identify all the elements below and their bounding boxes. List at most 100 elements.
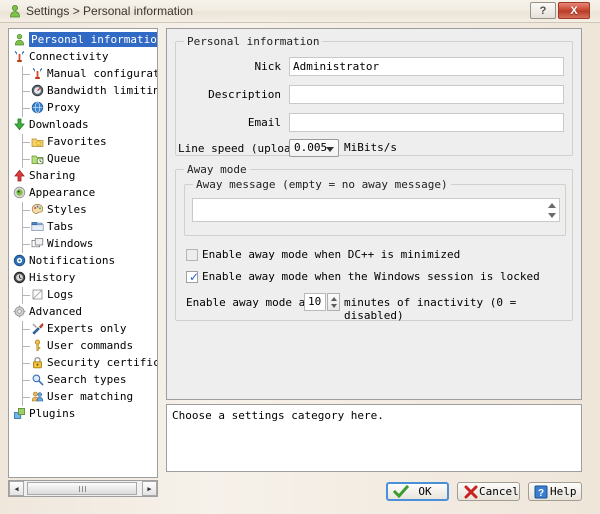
spinner-up-icon[interactable] <box>548 203 556 208</box>
sidebar-item-label: Proxy <box>47 101 81 114</box>
away-message-legend: Away message (empty = no away message) <box>193 178 451 191</box>
check-icon <box>392 484 410 499</box>
description-label: Description <box>208 88 281 101</box>
sidebar-item-label: Bandwidth limiting <box>47 84 158 97</box>
away-when-minimized-checkbox[interactable] <box>186 249 198 261</box>
settings-window: Settings > Personal information ? X Pers… <box>0 0 600 514</box>
away-message-textarea[interactable] <box>192 198 560 222</box>
magnifier-icon <box>31 373 44 386</box>
nick-input[interactable] <box>289 57 564 76</box>
cancel-button[interactable]: Cancel <box>457 482 520 501</box>
key-icon <box>31 339 44 352</box>
inactivity-minutes-input[interactable]: 10 <box>304 293 326 311</box>
sidebar-item-label: Queue <box>47 152 81 165</box>
palette-icon <box>31 203 44 216</box>
windows-icon <box>31 237 44 250</box>
cancel-button-label: Cancel <box>479 485 519 498</box>
notification-icon <box>13 254 26 267</box>
user-icon <box>8 4 22 18</box>
star-folder-icon <box>31 135 44 148</box>
clock-folder-icon <box>31 152 44 165</box>
stepper-down-icon[interactable] <box>330 304 337 308</box>
help-button-label: Help <box>550 485 577 498</box>
sidebar-item-label: Tabs <box>47 220 74 233</box>
personal-information-group: Personal information Nick Description Em… <box>175 35 573 157</box>
sidebar-item-label: Notifications <box>29 254 116 267</box>
titlebar-help-label: ? <box>539 4 547 17</box>
plugin-icon <box>13 407 26 420</box>
scroll-right-glyph: ▶ <box>147 484 152 493</box>
window-title: Settings > Personal information <box>26 4 194 18</box>
titlebar-help-button[interactable]: ? <box>530 2 556 19</box>
email-label: Email <box>247 116 281 129</box>
status-hint-text: Choose a settings category here. <box>172 409 384 422</box>
users-icon <box>31 390 44 403</box>
titlebar-close-button[interactable]: X <box>558 2 590 19</box>
away-when-minimized-label: Enable away mode when DC++ is minimized <box>202 248 461 261</box>
user-icon <box>13 33 26 46</box>
away-when-locked-label: Enable away mode when the Windows sessio… <box>202 270 540 283</box>
sidebar-item-label: Logs <box>47 288 74 301</box>
sidebar-item-label: Downloads <box>29 118 89 131</box>
scroll-right-arrow-icon[interactable]: ▶ <box>142 481 157 496</box>
x-icon <box>463 485 479 499</box>
line-speed-value: 0.005 <box>294 141 328 154</box>
sidebar-item-label: Experts only <box>47 322 127 335</box>
inactivity-suffix-label: minutes of inactivity (0 = disabled) <box>344 296 517 322</box>
lock-icon <box>31 356 44 369</box>
checkmark-icon: ✓ <box>189 270 200 284</box>
nick-label: Nick <box>254 60 282 73</box>
tabs-icon <box>31 220 44 233</box>
ok-button-label: OK <box>418 485 432 498</box>
help-button[interactable]: ? Help <box>528 482 582 501</box>
description-input[interactable] <box>289 85 564 104</box>
spinner-down-icon[interactable] <box>548 213 556 218</box>
antenna-small-icon <box>31 67 44 80</box>
title-bar: Settings > Personal information ? X <box>0 0 600 23</box>
appearance-icon <box>13 186 26 199</box>
sidebar-item-label: History <box>29 271 76 284</box>
tree-horizontal-scrollbar[interactable]: ◀ ▶ <box>8 480 158 497</box>
settings-category-tree[interactable]: Personal information Connectivity Manual c… <box>8 28 158 478</box>
close-icon: X <box>570 4 578 17</box>
inactivity-stepper[interactable] <box>327 293 340 311</box>
sidebar-item-label: User commands <box>47 339 134 352</box>
stepper-up-icon[interactable] <box>330 297 337 301</box>
scroll-left-glyph: ◀ <box>14 484 19 493</box>
scrollbar-thumb[interactable] <box>27 482 137 495</box>
sidebar-item-label: Favorites <box>47 135 107 148</box>
svg-text:?: ? <box>538 488 544 499</box>
sidebar-item-label: Manual configuration <box>47 67 157 80</box>
globe-icon <box>31 101 44 114</box>
personal-information-legend: Personal information <box>184 35 323 48</box>
sidebar-item-label: Personal information <box>29 32 157 47</box>
chevron-down-icon <box>326 147 334 152</box>
sidebar-item-label: Plugins <box>29 407 76 420</box>
line-speed-unit: MiBits/s <box>344 141 397 154</box>
scroll-left-arrow-icon[interactable]: ◀ <box>9 481 24 496</box>
sidebar-item-label: Sharing <box>29 169 76 182</box>
inactivity-minutes-value: 10 <box>308 295 322 308</box>
away-when-locked-checkbox[interactable]: ✓ <box>186 270 200 284</box>
download-arrow-icon <box>13 118 26 131</box>
away-mode-legend: Away mode <box>184 163 250 176</box>
question-icon: ? <box>534 485 550 499</box>
sidebar-item-label: Search types <box>47 373 127 386</box>
sidebar-item-label: Styles <box>47 203 87 216</box>
gauge-icon <box>31 84 44 97</box>
tools-icon <box>31 322 44 335</box>
gear-icon <box>13 305 26 318</box>
upload-arrow-icon <box>13 169 26 182</box>
sidebar-item-label: Advanced <box>29 305 82 318</box>
line-speed-select[interactable]: 0.005 <box>289 139 339 157</box>
away-message-spinner[interactable] <box>545 200 558 222</box>
line-speed-label: Line speed (upload) <box>178 142 304 155</box>
antenna-icon <box>13 50 26 63</box>
away-mode-group: Away mode Away message (empty = no away … <box>175 163 573 322</box>
log-icon <box>31 288 44 301</box>
away-message-group: Away message (empty = no away message) <box>184 178 566 236</box>
sidebar-item-label: Appearance <box>29 186 96 199</box>
email-input[interactable] <box>289 113 564 132</box>
settings-main-panel: Personal information Nick Description Em… <box>166 28 582 400</box>
ok-button[interactable]: OK <box>386 482 449 501</box>
